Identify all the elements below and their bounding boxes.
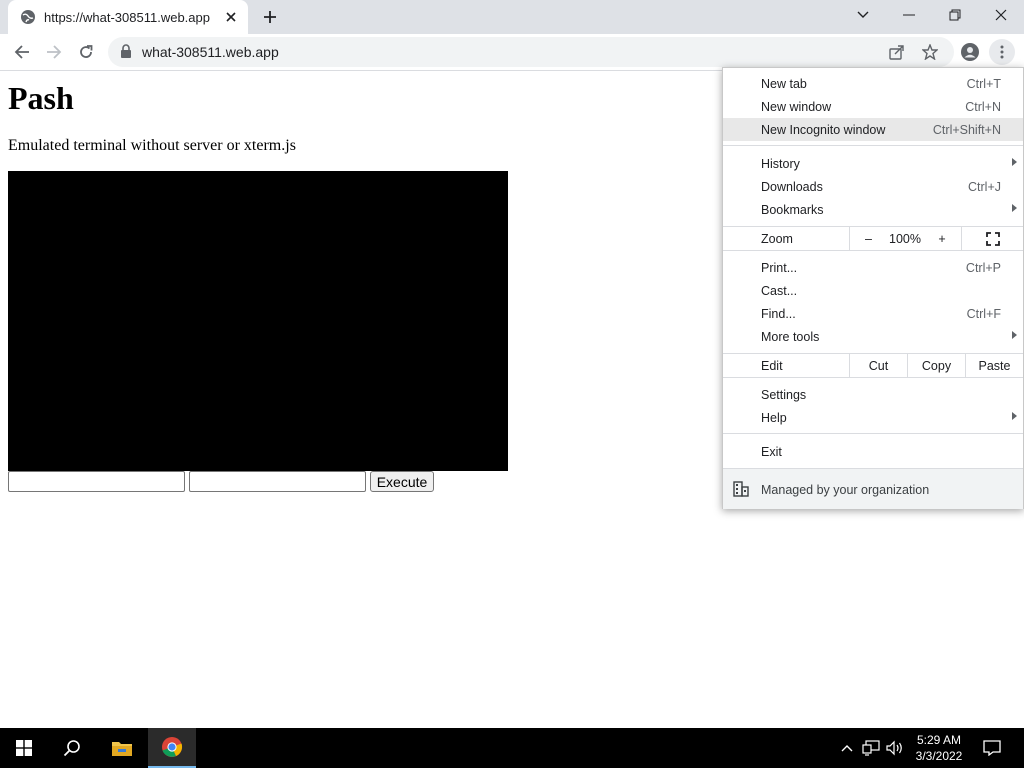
tab-strip: https://what-308511.web.app bbox=[0, 0, 1024, 34]
taskbar: 5:29 AM 3/3/2022 bbox=[0, 728, 1024, 768]
cut-button[interactable]: Cut bbox=[849, 354, 907, 377]
submenu-arrow-icon bbox=[1012, 412, 1017, 420]
menu-item-print[interactable]: Print... Ctrl+P bbox=[723, 256, 1023, 279]
managed-label: Managed by your organization bbox=[761, 483, 930, 497]
zoom-level: 100% bbox=[889, 231, 921, 246]
menu-item-cast[interactable]: Cast... bbox=[723, 279, 1023, 302]
menu-item-label: Downloads bbox=[761, 179, 823, 194]
command-input-1[interactable] bbox=[8, 471, 185, 492]
menu-item-managed[interactable]: Managed by your organization bbox=[723, 468, 1023, 509]
menu-item-label: Help bbox=[761, 410, 787, 425]
reload-icon[interactable] bbox=[73, 39, 99, 65]
menu-item-label: More tools bbox=[761, 329, 820, 344]
page-title: Pash bbox=[8, 80, 74, 116]
star-icon[interactable] bbox=[919, 41, 941, 63]
menu-shortcut: Ctrl+J bbox=[968, 179, 1001, 194]
menu-item-label: Exit bbox=[761, 444, 782, 459]
chevron-up-icon[interactable] bbox=[838, 728, 856, 768]
minimize-icon[interactable] bbox=[886, 0, 932, 30]
forward-icon[interactable] bbox=[41, 39, 67, 65]
volume-icon[interactable] bbox=[884, 728, 906, 768]
restore-icon[interactable] bbox=[932, 0, 978, 30]
system-clock[interactable]: 5:29 AM 3/3/2022 bbox=[906, 732, 972, 764]
menu-item-more-tools[interactable]: More tools bbox=[723, 325, 1023, 348]
kebab-icon[interactable] bbox=[989, 39, 1015, 65]
share-icon[interactable] bbox=[886, 41, 908, 63]
menu-item-label: Settings bbox=[761, 387, 807, 402]
paste-button[interactable]: Paste bbox=[965, 354, 1023, 377]
menu-item-history[interactable]: History bbox=[723, 152, 1023, 175]
zoom-in-button[interactable]: + bbox=[923, 227, 961, 250]
search-icon[interactable] bbox=[48, 728, 96, 768]
submenu-arrow-icon bbox=[1012, 204, 1017, 212]
browser-toolbar: what-308511.web.app bbox=[0, 34, 1024, 71]
close-icon[interactable] bbox=[978, 0, 1024, 30]
menu-item-find[interactable]: Find... Ctrl+F bbox=[723, 302, 1023, 325]
menu-divider bbox=[723, 145, 1023, 146]
menu-item-label: New Incognito window bbox=[761, 122, 886, 137]
clock-date: 3/3/2022 bbox=[915, 749, 963, 763]
menu-item-label: Find... bbox=[761, 306, 796, 321]
file-explorer-icon[interactable] bbox=[98, 728, 146, 768]
menu-item-help[interactable]: Help bbox=[723, 406, 1023, 429]
menu-item-new-tab[interactable]: New tab Ctrl+T bbox=[723, 72, 1023, 95]
notification-icon[interactable] bbox=[978, 728, 1006, 768]
network-icon[interactable] bbox=[860, 728, 882, 768]
submenu-arrow-icon bbox=[1012, 158, 1017, 166]
menu-item-label: Print... bbox=[761, 260, 798, 275]
url-text: what-308511.web.app bbox=[142, 44, 279, 60]
submenu-arrow-icon bbox=[1012, 331, 1017, 339]
copy-button[interactable]: Copy bbox=[907, 354, 965, 377]
back-icon[interactable] bbox=[9, 39, 35, 65]
menu-shortcut: Ctrl+N bbox=[965, 99, 1001, 114]
zoom-out-button[interactable]: – bbox=[849, 227, 887, 250]
globe-icon bbox=[20, 9, 36, 25]
page-subtitle: Emulated terminal without server or xter… bbox=[8, 137, 296, 154]
building-icon bbox=[733, 481, 749, 497]
terminal-screen[interactable] bbox=[8, 171, 508, 471]
command-input-2[interactable] bbox=[189, 471, 366, 492]
menu-zoom-row: Zoom – 100% + bbox=[723, 226, 1023, 251]
menu-item-bookmarks[interactable]: Bookmarks bbox=[723, 198, 1023, 221]
zoom-label: Zoom bbox=[761, 232, 793, 246]
menu-item-label: History bbox=[761, 156, 800, 171]
fullscreen-icon[interactable] bbox=[961, 227, 1023, 250]
menu-item-downloads[interactable]: Downloads Ctrl+J bbox=[723, 175, 1023, 198]
menu-shortcut: Ctrl+Shift+N bbox=[932, 122, 1001, 137]
plus-icon[interactable] bbox=[258, 5, 282, 29]
menu-shortcut: Ctrl+T bbox=[966, 76, 1001, 91]
chrome-icon[interactable] bbox=[148, 728, 196, 768]
chrome-menu: New tab Ctrl+T New window Ctrl+N New Inc… bbox=[722, 67, 1024, 509]
menu-shortcut: Ctrl+F bbox=[966, 306, 1001, 321]
menu-divider bbox=[723, 433, 1023, 434]
menu-item-settings[interactable]: Settings bbox=[723, 383, 1023, 406]
clock-time: 5:29 AM bbox=[916, 733, 962, 747]
profile-icon[interactable] bbox=[957, 39, 983, 65]
close-icon[interactable] bbox=[222, 8, 240, 26]
menu-item-label: New window bbox=[761, 99, 832, 114]
menu-shortcut: Ctrl+P bbox=[965, 260, 1001, 275]
tab-title: https://what-308511.web.app bbox=[44, 9, 210, 25]
menu-edit-row: Edit Cut Copy Paste bbox=[723, 353, 1023, 378]
address-bar[interactable]: what-308511.web.app bbox=[108, 37, 954, 67]
chevron-down-icon[interactable] bbox=[840, 0, 886, 30]
browser-tab[interactable]: https://what-308511.web.app bbox=[8, 0, 248, 34]
menu-item-label: New tab bbox=[761, 76, 807, 91]
menu-item-label: Bookmarks bbox=[761, 202, 824, 217]
menu-item-new-incognito-window[interactable]: New Incognito window Ctrl+Shift+N bbox=[723, 118, 1023, 141]
execute-button[interactable]: Execute bbox=[370, 471, 434, 492]
lock-icon[interactable] bbox=[120, 44, 134, 60]
menu-item-exit[interactable]: Exit bbox=[723, 440, 1023, 463]
menu-item-label: Cast... bbox=[761, 283, 798, 298]
windows-start-icon[interactable] bbox=[0, 728, 48, 768]
menu-item-new-window[interactable]: New window Ctrl+N bbox=[723, 95, 1023, 118]
edit-label: Edit bbox=[761, 359, 783, 373]
